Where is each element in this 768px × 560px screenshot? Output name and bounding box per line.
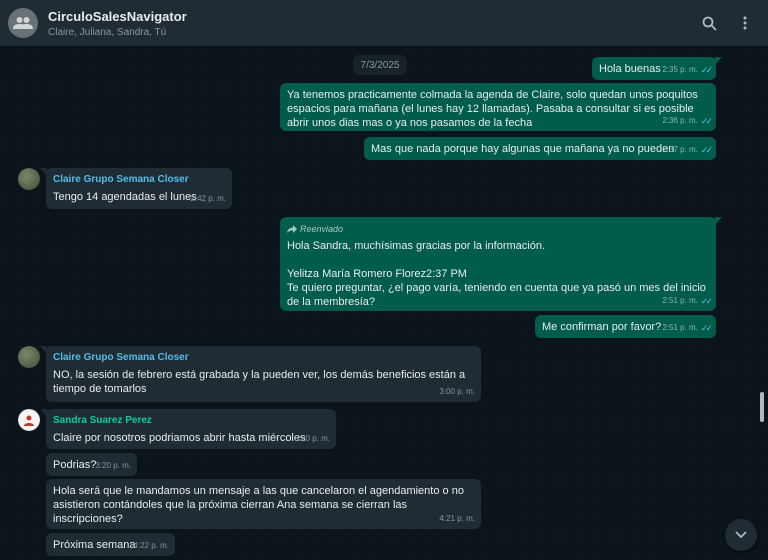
- message-text-line: Te quiero preguntar, ¿el pago varía, ten…: [287, 282, 706, 308]
- message-time: 3:00 p. m.: [439, 387, 475, 396]
- message-time: 4:22 p. m.: [133, 541, 169, 550]
- outgoing-message[interactable]: Ya tenemos practicamente colmada la agen…: [280, 83, 716, 131]
- incoming-message[interactable]: Claire Grupo Semana Closer Tengo 14 agen…: [40, 168, 232, 209]
- read-ticks-icon: ✓✓: [700, 145, 713, 155]
- message-time: 2:42 p. m.: [190, 194, 226, 203]
- message-text: NO, la sesión de febrero está grabada y …: [53, 369, 466, 395]
- message-time: 2:51 p. m.: [662, 296, 698, 305]
- incoming-message[interactable]: Próxima semana 4:22 p. m.: [46, 533, 175, 556]
- message-text: Claire por nosotros podriamos abrir hast…: [53, 432, 306, 444]
- message-text: Mas que nada porque hay algunas que maña…: [371, 143, 675, 155]
- scroll-down-button[interactable]: [725, 519, 757, 551]
- message-time: 2:35 p. m.: [662, 65, 698, 74]
- incoming-message[interactable]: Sandra Suarez Perez Claire por nosotros …: [40, 409, 336, 449]
- scrollbar[interactable]: [760, 392, 764, 422]
- outgoing-message[interactable]: Mas que nada porque hay algunas que maña…: [364, 137, 716, 160]
- message-meta: 4:21 p. m.: [439, 512, 475, 526]
- avatar[interactable]: [18, 409, 40, 431]
- message-text: Hola buenas: [599, 63, 661, 75]
- message-text: Podrias?: [53, 459, 97, 471]
- chat-members: Claire, Juliana, Sandra, Tú: [48, 26, 167, 38]
- chat-info[interactable]: CirculoSalesNavigator Claire, Juliana, S…: [48, 9, 688, 38]
- outgoing-message[interactable]: Hola buenas 2:35 p. m. ✓✓: [592, 57, 722, 80]
- incoming-message[interactable]: Hola será que le mandamos un mensaje a l…: [46, 479, 481, 529]
- message-meta: 3:00 p. m.: [439, 385, 475, 399]
- avatar[interactable]: [18, 168, 40, 190]
- message-text: Ya tenemos practicamente colmada la agen…: [287, 89, 698, 129]
- message-text: Próxima semana: [53, 539, 136, 551]
- message-time: 4:21 p. m.: [439, 514, 475, 523]
- message-time: 2:36 p. m.: [662, 116, 698, 125]
- search-button[interactable]: [694, 8, 724, 38]
- message-time: 2:37 p. m.: [662, 145, 698, 154]
- sender-name[interactable]: Sandra Suarez Perez: [53, 414, 329, 428]
- kebab-menu-icon: [743, 16, 747, 30]
- avatar[interactable]: [18, 346, 40, 368]
- chat-title: CirculoSalesNavigator: [48, 8, 187, 24]
- message-meta: 4:22 p. m.: [133, 539, 169, 553]
- date-separator: 7/3/2025: [353, 55, 407, 75]
- message-meta: 2:35 p. m. ✓✓: [662, 63, 713, 77]
- outgoing-message[interactable]: Me confirman por favor? 2:51 p. m. ✓✓: [535, 315, 716, 338]
- user-icon: [24, 415, 34, 426]
- read-ticks-icon: ✓✓: [700, 116, 713, 126]
- message-meta: 2:37 p. m. ✓✓: [662, 143, 713, 157]
- message-text: Me confirman por favor?: [542, 321, 662, 333]
- chevron-down-icon: [735, 531, 747, 539]
- chat-header[interactable]: CirculoSalesNavigator Claire, Juliana, S…: [0, 0, 768, 46]
- group-avatar[interactable]: [8, 8, 38, 38]
- message-meta: 3:20 p. m.: [95, 459, 131, 473]
- sender-name[interactable]: Claire Grupo Semana Closer: [53, 351, 474, 365]
- search-icon: [702, 16, 717, 31]
- message-meta: 2:42 p. m.: [190, 192, 226, 206]
- read-ticks-icon: ✓✓: [700, 323, 713, 333]
- message-time: 3:20 p. m.: [294, 434, 330, 443]
- message-meta: 3:20 p. m.: [294, 432, 330, 446]
- read-ticks-icon: ✓✓: [700, 65, 713, 75]
- menu-button[interactable]: [730, 8, 760, 38]
- group-icon: [13, 17, 33, 29]
- message-time: 2:51 p. m.: [662, 323, 698, 332]
- message-meta: 2:51 p. m. ✓✓: [662, 294, 713, 308]
- message-list[interactable]: 7/3/2025 Hola buenas 2:35 p. m. ✓✓ Ya te…: [0, 46, 768, 560]
- forward-arrow-icon: [287, 225, 297, 233]
- message-text: Hola será que le mandamos un mensaje a l…: [53, 485, 464, 525]
- message-text-line: Yelitza María Romero Florez2:37 PM: [287, 268, 467, 280]
- read-ticks-icon: ✓✓: [700, 296, 713, 306]
- message-text: Tengo 14 agendadas el lunes: [53, 191, 197, 203]
- forwarded-label: Reenviado: [287, 222, 709, 236]
- message-time: 3:20 p. m.: [95, 461, 131, 470]
- message-meta: 2:36 p. m. ✓✓: [662, 114, 713, 128]
- message-text-line: Hola Sandra, muchísimas gracias por la i…: [287, 240, 546, 252]
- incoming-message[interactable]: Podrias? 3:20 p. m.: [46, 453, 137, 476]
- message-meta: 2:51 p. m. ✓✓: [662, 321, 713, 335]
- forwarded-message[interactable]: Reenviado Hola Sandra, muchísimas gracia…: [280, 217, 722, 311]
- incoming-message[interactable]: Claire Grupo Semana Closer NO, la sesión…: [40, 346, 481, 402]
- sender-name[interactable]: Claire Grupo Semana Closer: [53, 173, 225, 187]
